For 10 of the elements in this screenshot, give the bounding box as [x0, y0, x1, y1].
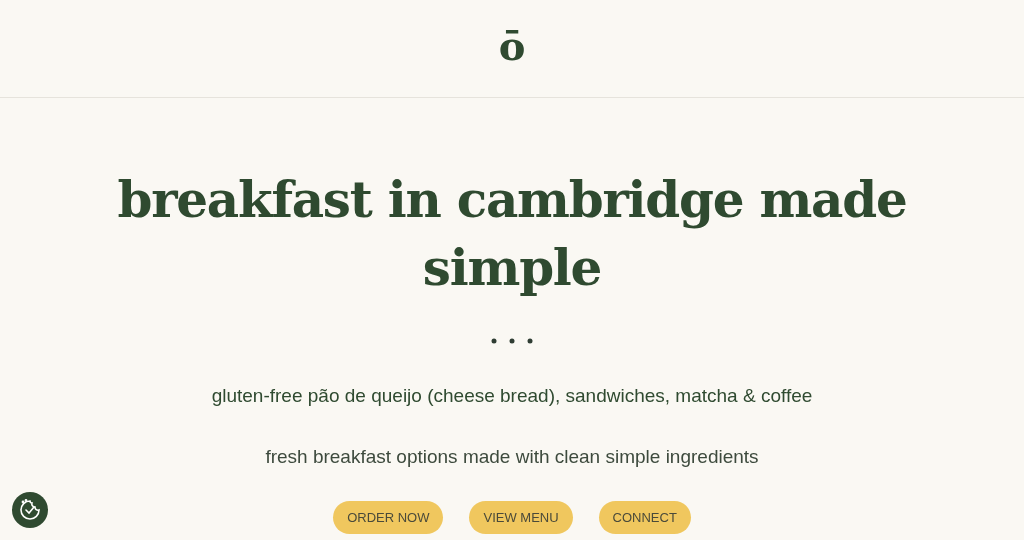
ellipsis-icon — [491, 338, 533, 344]
logo[interactable]: ō — [498, 25, 526, 66]
hero-tagline: fresh breakfast options made with clean simple ingredients — [265, 444, 759, 469]
nav-button[interactable]: ORDER NOW — [333, 501, 444, 534]
cookie-settings-button[interactable] — [12, 492, 48, 528]
hero-title: breakfast in cambridge made simple — [116, 169, 908, 299]
cookie-icon — [18, 498, 42, 522]
hero-subtitle: gluten-free pão de queijo (cheese bread), sandwiches, matcha & coffee — [211, 384, 813, 408]
nav-button[interactable]: VIEW MENU — [469, 501, 573, 534]
nav-button[interactable]: CONNECT — [598, 501, 691, 534]
